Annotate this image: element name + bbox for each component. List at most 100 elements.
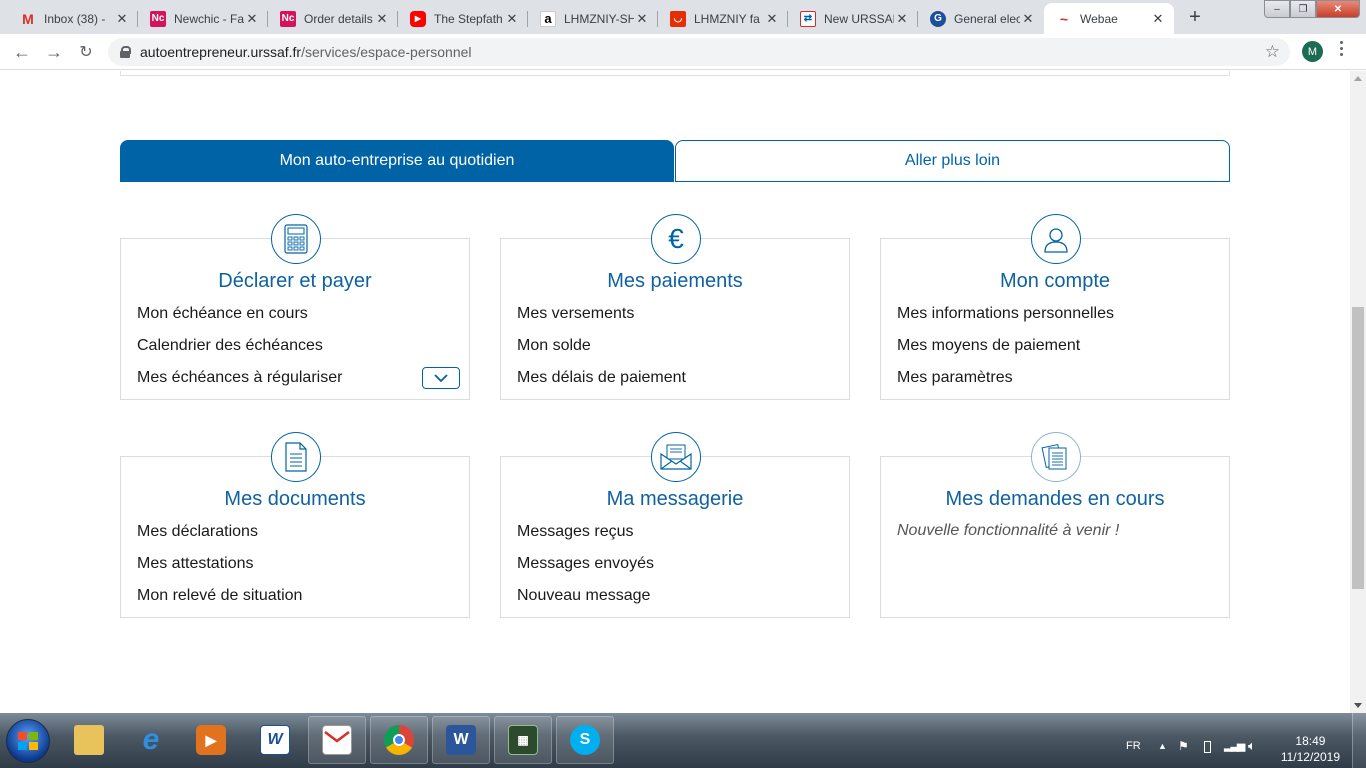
card-mes-paiements: € Mes paiements Mes versements Mon solde… [500,214,850,400]
link-mes-delais-de-paiement[interactable]: Mes délais de paiement [517,368,686,400]
tab-mon-auto-entreprise[interactable]: Mon auto-entreprise au quotidien [120,140,674,182]
browser-tab[interactable]: M Inbox (38) - ✕ [8,3,138,34]
link-messages-envoyes[interactable]: Messages envoyés [517,554,654,586]
youtube-icon: ▶ [410,10,426,27]
browser-tab[interactable]: ⇄ New URSSAF ✕ [788,3,918,34]
scrollbar-thumb[interactable] [1352,307,1364,589]
close-icon[interactable]: ✕ [1020,11,1036,27]
browser-tab[interactable]: a LHMZNIY-SH ✕ [528,3,658,34]
tab-title: Inbox (38) - [44,11,106,26]
tab-title: General elec [954,11,1020,26]
link-mes-attestations[interactable]: Mes attestations [137,554,302,586]
windows-taskbar: e ▶ W W ▦ S FR ▲ ⚑ ▂▃▅ 🔈︎ 18:49 11/12/20… [0,713,1366,768]
signal-icon[interactable]: ▂▃▅ [1224,739,1245,752]
aliexpress-icon: ◡ [670,10,686,27]
chevron-down-icon [434,374,448,382]
tab-title: Order details [304,11,373,26]
taskbar-explorer[interactable] [60,716,118,764]
ge-icon: G [930,10,946,27]
forward-button[interactable]: → [44,42,64,62]
taskbar-word[interactable]: W [432,716,490,764]
close-icon[interactable]: ✕ [374,11,390,27]
show-desktop-button[interactable] [1352,713,1366,768]
clock-date: 11/12/2019 [1280,750,1340,764]
webae-icon: ~ [1059,10,1069,27]
browser-tab[interactable]: Nc Newchic - Fa ✕ [138,3,268,34]
profile-avatar[interactable]: M [1302,41,1323,62]
minimize-button[interactable]: – [1264,0,1290,18]
link-mes-versements[interactable]: Mes versements [517,304,686,336]
browser-toolbar: ← → ↻ autoentrepreneur.urssaf.fr/service… [0,34,1366,70]
urssaf-icon: ⇄ [800,10,816,27]
address-bar[interactable]: autoentrepreneur.urssaf.fr/services/espa… [108,38,1290,66]
close-icon[interactable]: ✕ [1150,11,1166,27]
close-icon[interactable]: ✕ [634,11,650,27]
browser-tab[interactable]: ◡ LHMZNIY fa ✕ [658,3,788,34]
taskbar-skype[interactable]: S [556,716,614,764]
newchic-icon: Nc [280,10,296,27]
close-icon[interactable]: ✕ [244,11,260,27]
link-mon-releve-de-situation[interactable]: Mon relevé de situation [137,586,302,618]
scroll-down-arrow-icon[interactable] [1354,703,1362,708]
link-mes-moyens-de-paiement[interactable]: Mes moyens de paiement [897,336,1114,368]
start-button[interactable] [6,719,50,763]
clock[interactable]: 18:49 11/12/2019 [1281,733,1340,765]
link-calendrier-des-echeances[interactable]: Calendrier des échéances [137,336,342,368]
close-icon[interactable]: ✕ [894,11,910,27]
document-icon [271,432,321,482]
chrome-icon [384,725,414,755]
close-icon[interactable]: ✕ [504,11,520,27]
browser-tab[interactable]: ▶ The Stepfath ✕ [398,3,528,34]
close-icon[interactable]: ✕ [114,11,130,27]
volume-icon[interactable]: 🔈︎ [1248,738,1256,754]
reload-button[interactable]: ↻ [76,42,96,62]
battery-icon[interactable] [1204,741,1211,753]
back-button[interactable]: ← [12,42,32,62]
card-mes-documents: Mes documents Mes déclarations Mes attes… [120,432,470,618]
page-scrollbar[interactable] [1350,71,1366,713]
gmail-icon: M [22,10,34,27]
window-controls: – ❐ ✕ [1264,0,1360,18]
link-mes-parametres[interactable]: Mes paramètres [897,368,1114,400]
page-content: Mon auto-entreprise au quotidien Aller p… [0,71,1350,713]
action-center-flag-icon[interactable]: ⚑ [1178,739,1189,753]
clock-time: 18:49 [1295,734,1326,748]
link-nouveau-message[interactable]: Nouveau message [517,586,654,618]
taskbar-internet-explorer[interactable]: e [122,716,180,764]
link-mes-declarations[interactable]: Mes déclarations [137,522,302,554]
tab-aller-plus-loin[interactable]: Aller plus loin [675,140,1230,182]
link-messages-recus[interactable]: Messages reçus [517,522,654,554]
euro-icon: € [651,214,701,264]
taskbar-media-player[interactable]: ▶ [182,716,240,764]
link-mon-echeance-en-cours[interactable]: Mon échéance en cours [137,304,342,336]
card-declarer-et-payer: Déclarer et payer Mon échéance en cours … [120,214,470,400]
link-mes-echeances-a-regulariser[interactable]: Mes échéances à régulariser [137,368,342,400]
browser-tab-active[interactable]: ~ Webae ✕ [1044,3,1174,34]
browser-tab[interactable]: G General elec ✕ [918,3,1044,34]
expand-button[interactable] [422,367,460,389]
maximize-button[interactable]: ❐ [1290,0,1316,18]
url-host: autoentrepreneur.urssaf.fr [140,44,302,60]
coming-soon-note: Nouvelle fonctionnalité à venir ! [897,522,1120,539]
internet-explorer-icon: e [142,723,160,756]
amazon-icon: a [540,10,556,27]
link-mes-informations-personnelles[interactable]: Mes informations personnelles [897,304,1114,336]
taskbar-word-old[interactable]: W [246,716,304,764]
scroll-up-arrow-icon[interactable] [1354,76,1362,81]
card-title: Ma messagerie [606,488,744,510]
taskbar-mail[interactable] [308,716,366,764]
system-tray: FR ▲ ⚑ ▂▃▅ 🔈︎ 18:49 11/12/2019 [1106,713,1366,768]
language-indicator[interactable]: FR [1126,740,1141,752]
taskbar-chrome[interactable] [370,716,428,764]
browser-menu-icon[interactable] [1338,41,1344,56]
browser-tab[interactable]: Nc Order details ✕ [268,3,398,34]
show-hidden-icons-icon[interactable]: ▲ [1158,741,1167,751]
close-icon[interactable]: ✕ [764,11,780,27]
url-text[interactable]: autoentrepreneur.urssaf.fr/services/espa… [140,44,472,60]
taskbar-app[interactable]: ▦ [494,716,552,764]
card-title: Mon compte [999,270,1111,292]
bookmark-star-icon[interactable]: ☆ [1265,42,1280,62]
link-mon-solde[interactable]: Mon solde [517,336,686,368]
close-window-button[interactable]: ✕ [1316,0,1360,18]
new-tab-button[interactable]: + [1181,5,1209,29]
